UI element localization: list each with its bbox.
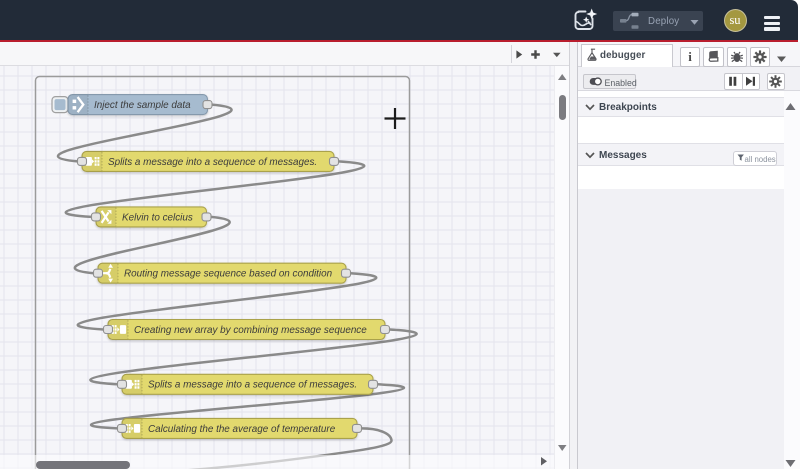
svg-text:Inject the sample data: Inject the sample data: [94, 100, 191, 111]
svg-text:Splits a message into a sequen: Splits a message into a sequence of mess…: [148, 380, 357, 391]
svg-text:Calculating the the average of: Calculating the the average of temperatu…: [148, 424, 336, 435]
svg-text:Routing message sequence based: Routing message sequence based on condit…: [124, 269, 333, 280]
svg-text:Splits a message into a sequen: Splits a message into a sequence of mess…: [108, 157, 317, 168]
svg-text:Creating new array by combinin: Creating new array by combining message …: [134, 325, 367, 336]
svg-text:Kelvin to celcius: Kelvin to celcius: [122, 212, 193, 223]
